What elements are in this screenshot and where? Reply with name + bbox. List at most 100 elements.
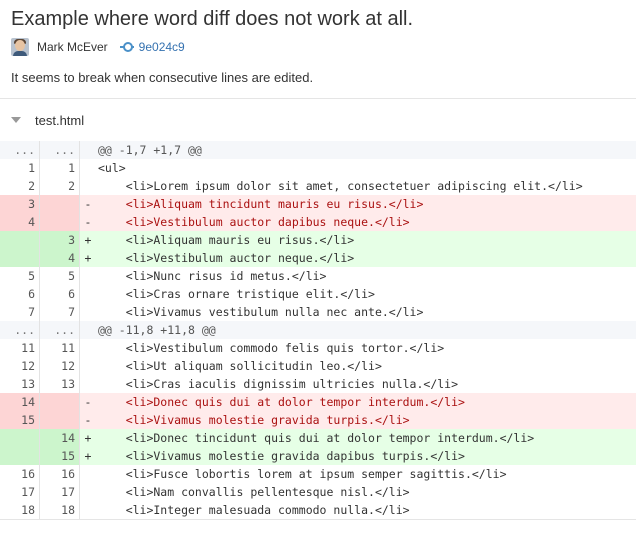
new-line-number: 13 [40, 375, 80, 393]
diff-line: 55 <li>Nunc risus id metus.</li> [0, 267, 636, 285]
new-line-number [40, 393, 80, 411]
code-text: <li>Aliquam mauris eu risus.</li> [98, 233, 355, 247]
diff-line: 1 1 <ul> [0, 159, 636, 177]
code-text: <li>Cras iaculis dignissim ultricies nul… [98, 377, 459, 391]
new-line-number: 18 [40, 501, 80, 519]
new-line-number [40, 195, 80, 213]
new-line-number: 16 [40, 465, 80, 483]
old-line-number [0, 231, 40, 249]
diff-line: 4 + <li>Vestibulum auctor neque.</li> [0, 249, 636, 267]
old-line-number: 14 [0, 393, 40, 411]
diff-sign [80, 285, 96, 303]
expand-new-lines[interactable]: ... [40, 321, 80, 339]
diff-sign: + [84, 251, 92, 265]
old-line-number: 11 [0, 339, 40, 357]
hunk-range: @@ -11,8 +11,8 @@ [98, 323, 216, 337]
old-line-number: 16 [0, 465, 40, 483]
new-line-number: 2 [40, 177, 80, 195]
diff-sign [80, 177, 96, 195]
file-name[interactable]: test.html [35, 113, 84, 128]
diff-sign [80, 339, 96, 357]
diff-hunk-header: ...... @@ -1,7 +1,7 @@ [0, 141, 636, 159]
commit-description: It seems to break when consecutive lines… [11, 70, 314, 85]
diff-sign [80, 303, 96, 321]
code-text: <li>Aliquam tincidunt mauris eu risus.</… [98, 197, 424, 211]
diff-line: 14 - <li>Donec quis dui at dolor tempor i… [0, 393, 636, 411]
diff-line: 3 + <li>Aliquam mauris eu risus.</li> [0, 231, 636, 249]
old-line-number: 12 [0, 357, 40, 375]
divider [0, 519, 636, 520]
diff-sign [80, 465, 96, 483]
new-line-number: 17 [40, 483, 80, 501]
code-text: <li>Donec tincidunt quis dui at dolor te… [98, 431, 535, 445]
new-line-number: 14 [40, 429, 80, 447]
diff-line: 15 + <li>Vivamus molestie gravida dapibus… [0, 447, 636, 465]
new-line-number: 3 [40, 231, 80, 249]
code-text: <li>Cras ornare tristique elit.</li> [98, 287, 375, 301]
new-line-number [40, 411, 80, 429]
new-line-number: 15 [40, 447, 80, 465]
diff-line: 18 18 <li>Integer malesuada commodo nulla… [0, 501, 636, 519]
new-line-number: 11 [40, 339, 80, 357]
diff-line: 15 - <li>Vivamus molestie gravida turpis.… [0, 411, 636, 429]
file-header[interactable]: test.html [0, 109, 84, 131]
old-line-number [0, 249, 40, 267]
code-text: <ul> [98, 161, 126, 175]
diff-line: 3 - <li>Aliquam tincidunt mauris eu risus… [0, 195, 636, 213]
new-line-number: 4 [40, 249, 80, 267]
expand-old-lines[interactable]: ... [0, 321, 40, 339]
new-line-number: 1 [40, 159, 80, 177]
old-line-number: 13 [0, 375, 40, 393]
diff-line: 12 12 <li>Ut aliquam sollicitudin leo.</l… [0, 357, 636, 375]
code-text: <li>Fusce lobortis lorem at ipsum semper… [98, 467, 507, 481]
commit-meta: Mark McEver 9e024c9 [11, 37, 185, 57]
diff-sign [80, 321, 96, 339]
old-line-number: 18 [0, 501, 40, 519]
code-text: <li>Vivamus vestibulum nulla nec ante.</… [98, 305, 424, 319]
diff-table: ...... @@ -1,7 +1,7 @@ 1 1 <ul> 2 2 <li>Lorem … [0, 141, 636, 519]
diff-line: 17 17 <li>Nam convallis pellentesque nisl… [0, 483, 636, 501]
diff-sign [80, 267, 96, 285]
diff-sign: + [84, 449, 92, 463]
code-text: <li>Integer malesuada commodo nulla.</li… [98, 503, 410, 517]
old-line-number [0, 447, 40, 465]
old-line-number: 15 [0, 411, 40, 429]
diff-sign [80, 141, 96, 159]
commit-icon [119, 41, 134, 53]
diff-sign [80, 159, 96, 177]
diff-line: 66 <li>Cras ornare tristique elit.</li> [0, 285, 636, 303]
diff-line: 77 <li>Vivamus vestibulum nulla nec ante… [0, 303, 636, 321]
diff-line: 22 <li>Lorem ipsum dolor sit amet, conse… [0, 177, 636, 195]
diff-line: 11 11 <li>Vestibulum commodo felis quis t… [0, 339, 636, 357]
diff-sign [80, 483, 96, 501]
code-text: <li>Vestibulum auctor dapibus neque.</li… [98, 215, 410, 229]
diff-sign [80, 357, 96, 375]
new-line-number [40, 213, 80, 231]
diff-sign: - [84, 413, 92, 427]
diff-sign: + [84, 431, 92, 445]
code-text: <li>Nam convallis pellentesque nisl.</li… [98, 485, 410, 499]
diff-line: 14 + <li>Donec tincidunt quis dui at dolo… [0, 429, 636, 447]
chevron-down-icon[interactable] [11, 117, 21, 123]
diff-line: 16 16 <li>Fusce lobortis lorem at ipsum s… [0, 465, 636, 483]
old-line-number: 7 [0, 303, 40, 321]
old-line-number: 17 [0, 483, 40, 501]
old-line-number: 2 [0, 177, 40, 195]
diff-hunk-header: ...... @@ -11,8 +11,8 @@ [0, 321, 636, 339]
old-line-number [0, 429, 40, 447]
code-text: <li>Donec quis dui at dolor tempor inter… [98, 395, 465, 409]
expand-new-lines[interactable]: ... [40, 141, 80, 159]
expand-old-lines[interactable]: ... [0, 141, 40, 159]
avatar[interactable] [11, 38, 29, 56]
divider [0, 98, 636, 99]
new-line-number: 5 [40, 267, 80, 285]
diff-sign: - [84, 215, 92, 229]
diff-line: 4 - <li>Vestibulum auctor dapibus neque.<… [0, 213, 636, 231]
diff-sign: - [84, 197, 92, 211]
author-name[interactable]: Mark McEver [37, 40, 108, 54]
diff-sign [80, 501, 96, 519]
new-line-number: 6 [40, 285, 80, 303]
diff-sign: + [84, 233, 92, 247]
commit-hash-link[interactable]: 9e024c9 [139, 40, 185, 54]
old-line-number: 1 [0, 159, 40, 177]
